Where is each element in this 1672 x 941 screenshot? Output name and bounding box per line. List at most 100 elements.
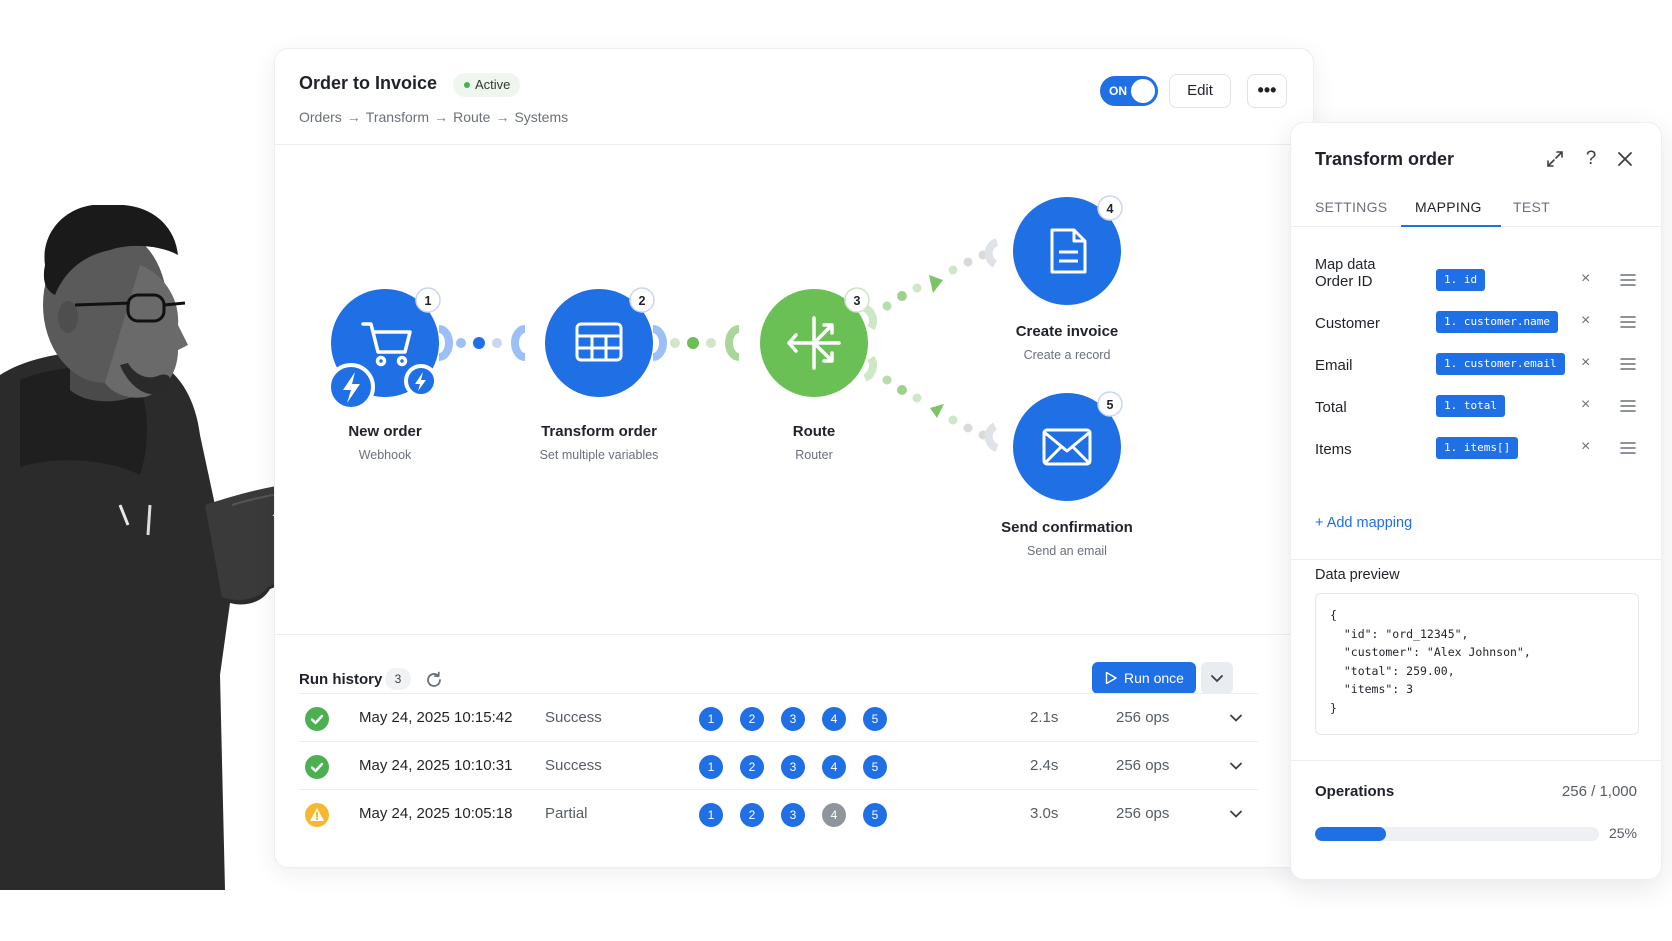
run-status: Success	[545, 757, 602, 774]
row-divider	[299, 741, 1259, 742]
tab-mapping[interactable]: MAPPING	[1415, 199, 1482, 215]
step-badge[interactable]: 1	[699, 803, 723, 827]
step-badge[interactable]: 1	[699, 707, 723, 731]
remove-mapping-icon[interactable]: ×	[1581, 354, 1590, 372]
step-badge[interactable]: 3	[781, 707, 805, 731]
data-preview-title: Data preview	[1315, 567, 1400, 583]
toggle-label: ON	[1109, 84, 1127, 98]
remove-mapping-icon[interactable]: ×	[1581, 396, 1590, 414]
node-number: 3	[854, 294, 861, 308]
drag-handle-icon[interactable]	[1620, 316, 1636, 328]
breadcrumb-item[interactable]: Transform	[366, 109, 429, 125]
add-mapping-link[interactable]: + Add mapping	[1315, 515, 1412, 531]
chevron-down-icon[interactable]	[1229, 711, 1243, 725]
close-icon[interactable]	[1615, 149, 1635, 169]
table-row[interactable]: May 24, 2025 10:05:18 Partial 1 2 3 4 5 3.0s 256…	[299, 789, 1259, 839]
mapping-value-chip[interactable]: 1. total	[1436, 395, 1505, 417]
mapping-field: Items	[1315, 441, 1352, 458]
mapping-value-chip[interactable]: 1. id	[1436, 269, 1486, 291]
expand-icon[interactable]	[1545, 149, 1565, 169]
run-count-badge: 3	[385, 668, 411, 690]
run-ops: 256 ops	[1116, 757, 1170, 774]
breadcrumb-item[interactable]: Route	[453, 109, 490, 125]
drag-handle-icon[interactable]	[1620, 442, 1636, 454]
status-badge: Active	[453, 73, 521, 97]
mapping-value-chip[interactable]: 1. customer.email	[1436, 353, 1565, 375]
node-subtitle: Webhook	[358, 448, 412, 462]
help-icon[interactable]: ?	[1581, 149, 1601, 169]
refresh-icon[interactable]	[425, 671, 443, 689]
drag-handle-icon[interactable]	[1620, 274, 1636, 286]
node-number: 4	[1107, 202, 1114, 216]
run-once-button[interactable]: Run once	[1092, 662, 1196, 694]
data-preview-code: { "id": "ord_12345", "customer": "Alex J…	[1315, 593, 1639, 735]
node-route[interactable]: 3	[760, 287, 870, 397]
chevron-down-icon[interactable]	[1229, 807, 1243, 821]
remove-mapping-icon[interactable]: ×	[1581, 270, 1590, 288]
active-tab-indicator	[1401, 225, 1501, 227]
node-title: New order	[348, 423, 422, 440]
tab-settings[interactable]: SETTINGS	[1315, 199, 1387, 215]
step-badge[interactable]: 2	[740, 803, 764, 827]
breadcrumb: Orders → Transform → Route → Systems	[299, 109, 568, 125]
node-subtitle: Set multiple variables	[539, 448, 659, 462]
drag-handle-icon[interactable]	[1620, 358, 1636, 370]
toggle-knob	[1131, 79, 1155, 103]
divider	[1291, 760, 1661, 761]
mapping-field: Order ID	[1315, 273, 1373, 290]
breadcrumb-item[interactable]: Systems	[514, 109, 568, 125]
tab-test[interactable]: TEST	[1513, 199, 1550, 215]
module-panel: Transform order ? SETTINGS MAPPING TEST …	[1290, 122, 1662, 880]
node-send-confirmation[interactable]: 5	[1013, 391, 1123, 501]
run-history-title: Run history	[299, 671, 383, 688]
remove-mapping-icon[interactable]: ×	[1581, 312, 1590, 330]
node-title: Create invoice	[1015, 323, 1119, 340]
node-create-invoice[interactable]: 4	[1013, 195, 1123, 305]
node-title: Transform order	[541, 423, 657, 440]
mapping-value-chip[interactable]: 1. customer.name	[1436, 311, 1558, 333]
mapping-value-chip[interactable]: 1. items[]	[1436, 437, 1519, 459]
table-row[interactable]: May 24, 2025 10:15:42 Success 1 2 3 4 5 2.1s 256…	[299, 693, 1259, 743]
step-badge[interactable]: 4	[822, 755, 846, 779]
operations-percent: 25%	[1608, 825, 1637, 841]
breadcrumb-item[interactable]: Orders	[299, 109, 342, 125]
node-transform-order[interactable]: 2	[545, 287, 655, 397]
more-options-button[interactable]: •••	[1247, 74, 1287, 108]
run-duration: 2.1s	[1030, 709, 1059, 726]
step-badge[interactable]: 2	[740, 755, 764, 779]
chevron-down-icon[interactable]	[1229, 759, 1243, 773]
edit-button[interactable]: Edit	[1169, 74, 1231, 108]
connector-2-3	[652, 325, 740, 361]
panel-tabs: SETTINGS MAPPING TEST	[1291, 187, 1661, 227]
node-new-order[interactable]: 1	[327, 287, 441, 411]
connector-3-4	[862, 238, 999, 331]
active-toggle[interactable]: ON	[1100, 76, 1158, 106]
table-row[interactable]: May 24, 2025 10:10:31 Success 1 2 3 4 5 2.4s 256…	[299, 741, 1259, 791]
step-badge[interactable]: 3	[781, 803, 805, 827]
run-duration: 3.0s	[1030, 805, 1059, 822]
node-number: 2	[639, 294, 646, 308]
step-badge[interactable]: 2	[740, 707, 764, 731]
drag-handle-icon[interactable]	[1620, 400, 1636, 412]
node-subtitle: Create a record	[1023, 348, 1111, 362]
operations-value: 256 / 1,000	[1561, 783, 1637, 800]
step-badge[interactable]: 5	[863, 707, 887, 731]
step-badge[interactable]: 5	[863, 803, 887, 827]
node-title: Send confirmation	[1001, 519, 1133, 536]
mapping-row: Total 1. total ×	[1315, 395, 1639, 421]
success-check-icon	[305, 707, 329, 731]
mapping-field: Email	[1315, 357, 1353, 374]
run-options-dropdown[interactable]	[1201, 662, 1233, 694]
run-time: May 24, 2025 10:15:42	[359, 709, 513, 726]
step-badge[interactable]: 4	[822, 707, 846, 731]
step-badge[interactable]: 1	[699, 755, 723, 779]
node-title: Route	[792, 423, 836, 440]
step-badge[interactable]: 4	[822, 803, 846, 827]
chevron-down-icon	[1211, 675, 1223, 683]
remove-mapping-icon[interactable]: ×	[1581, 438, 1590, 456]
run-duration: 2.4s	[1030, 757, 1059, 774]
step-badge[interactable]: 5	[863, 755, 887, 779]
step-badge[interactable]: 3	[781, 755, 805, 779]
run-ops: 256 ops	[1116, 709, 1170, 726]
progress-fill	[1315, 827, 1386, 841]
